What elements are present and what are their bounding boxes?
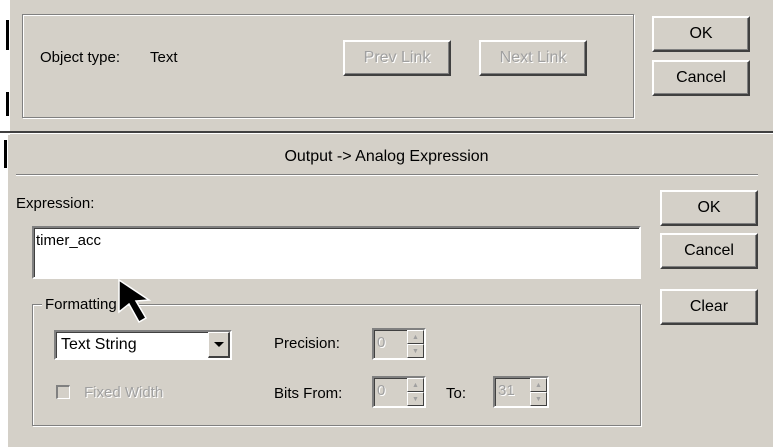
spin-up-icon[interactable]: ▲ xyxy=(530,378,547,392)
top-cancel-button[interactable]: Cancel xyxy=(652,60,750,96)
bits-from-spinner[interactable]: ▲ ▼ xyxy=(407,378,424,406)
expression-field-value: timer_acc xyxy=(36,232,102,249)
to-spinner[interactable]: ▲ ▼ xyxy=(530,378,547,406)
precision-value: 0 xyxy=(377,334,386,351)
precision-label: Precision: xyxy=(274,335,340,352)
cancel-button[interactable]: Cancel xyxy=(660,233,758,269)
object-type-label: Object type: xyxy=(40,49,121,66)
format-select-value: Text String xyxy=(61,336,137,353)
format-select[interactable]: Text String xyxy=(54,330,232,360)
fixed-width-checkbox[interactable] xyxy=(56,385,70,399)
dialog-title-divider xyxy=(16,174,758,176)
window-separator-highlight xyxy=(0,133,773,134)
spin-down-icon[interactable]: ▼ xyxy=(530,392,547,406)
to-field[interactable]: 31 ▲ ▼ xyxy=(493,376,549,408)
fixed-width-label: Fixed Width xyxy=(84,384,164,401)
bits-from-label: Bits From: xyxy=(274,385,343,402)
to-label: To: xyxy=(446,385,467,402)
chevron-down-icon[interactable] xyxy=(208,332,230,358)
spin-up-icon[interactable]: ▲ xyxy=(407,330,424,344)
precision-field[interactable]: 0 ▲ ▼ xyxy=(372,328,426,360)
spin-down-icon[interactable]: ▼ xyxy=(407,392,424,406)
prev-link-button[interactable]: Prev Link xyxy=(343,40,451,76)
to-value: 31 xyxy=(498,382,515,399)
bits-from-value: 0 xyxy=(377,382,386,399)
dialog-left-edge xyxy=(0,134,8,447)
mouse-pointer-icon xyxy=(118,278,152,324)
precision-spinner[interactable]: ▲ ▼ xyxy=(407,330,424,358)
formatting-group-label: Formatting xyxy=(42,296,120,313)
bits-from-field[interactable]: 0 ▲ ▼ xyxy=(372,376,426,408)
expression-label: Expression: xyxy=(16,195,95,212)
expression-field[interactable]: timer_acc xyxy=(32,226,641,279)
spin-up-icon[interactable]: ▲ xyxy=(407,378,424,392)
spin-down-icon[interactable]: ▼ xyxy=(407,344,424,358)
top-window-left-mark xyxy=(6,20,9,50)
next-link-button[interactable]: Next Link xyxy=(479,40,587,76)
object-type-value: Text xyxy=(150,49,178,66)
dialog-title: Output -> Analog Expression xyxy=(284,148,489,165)
clear-button[interactable]: Clear xyxy=(660,289,758,325)
top-window-left-mark-2 xyxy=(6,92,9,116)
top-ok-button[interactable]: OK xyxy=(652,16,750,52)
ok-button[interactable]: OK xyxy=(660,190,758,226)
